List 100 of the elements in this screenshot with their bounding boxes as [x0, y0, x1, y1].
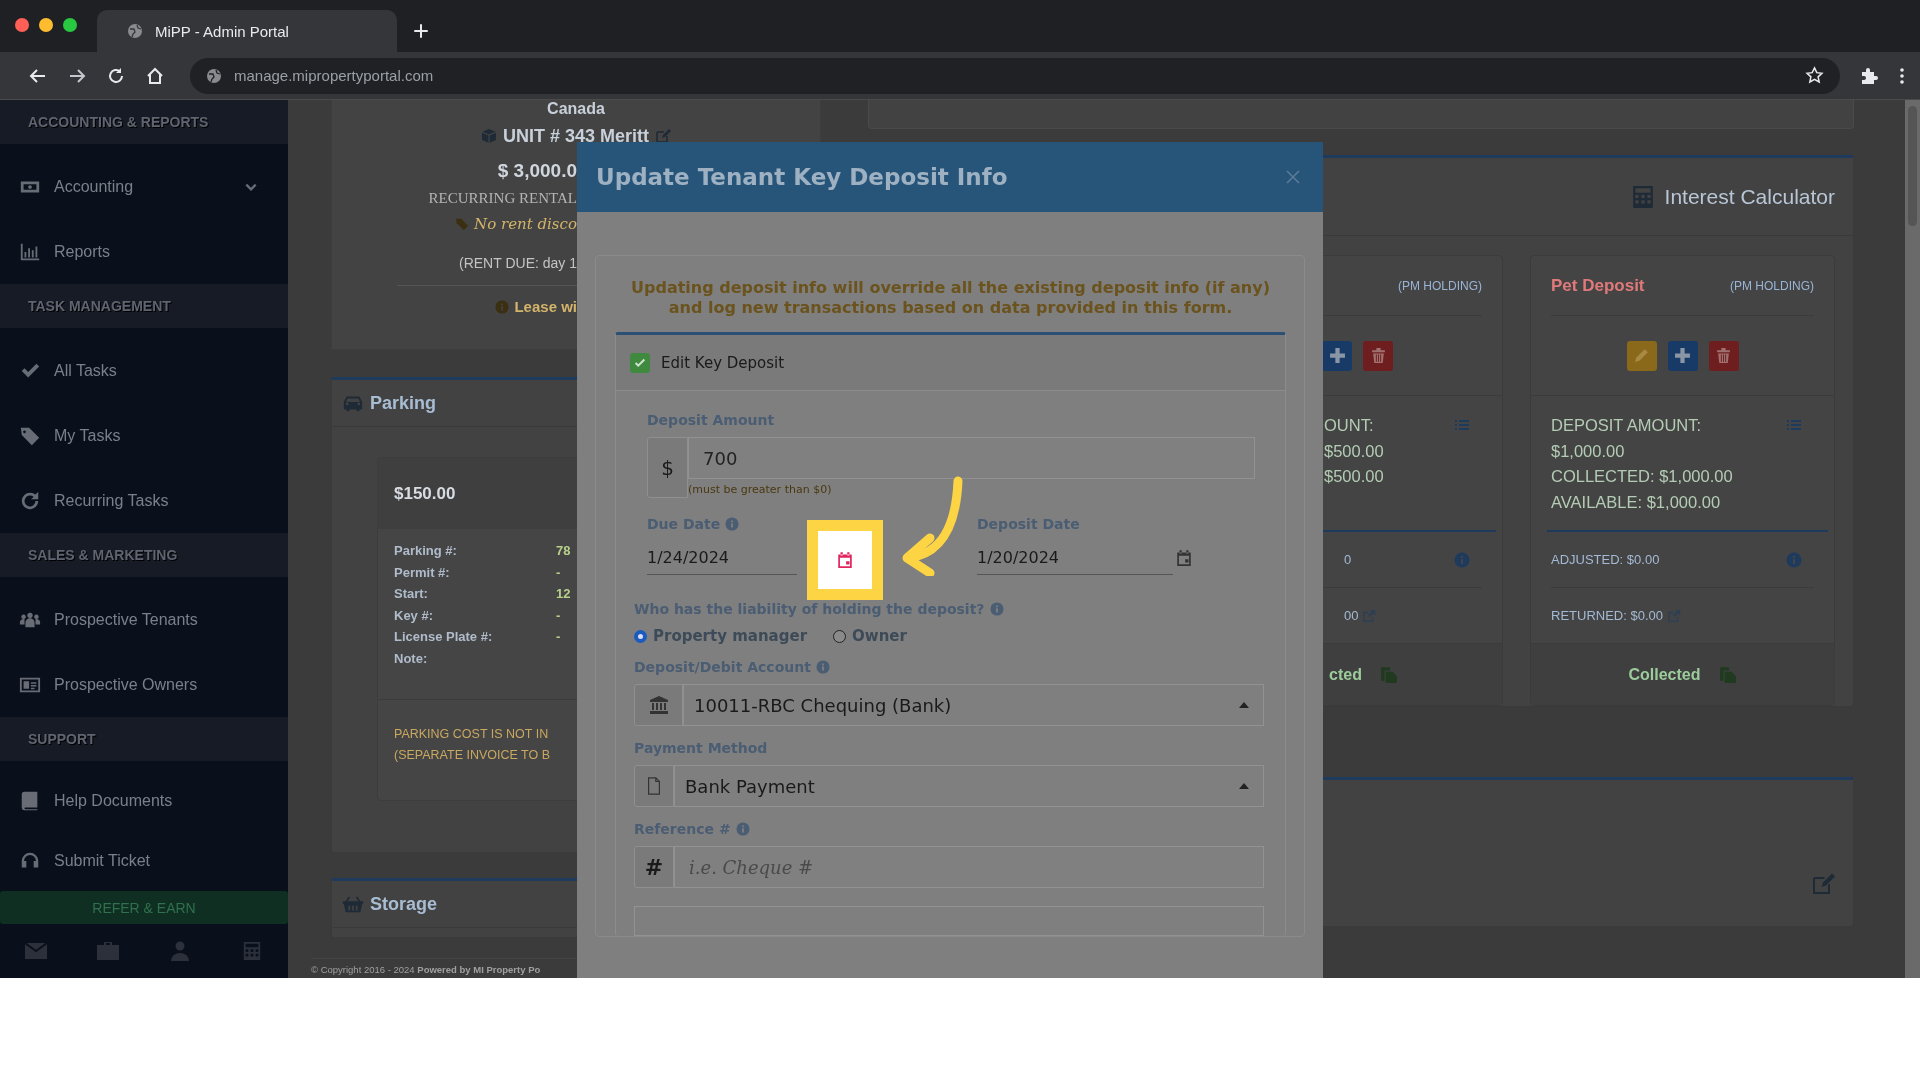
browser-tab[interactable]: MiPP - Admin Portal	[97, 10, 397, 52]
modal-title: Update Tenant Key Deposit Info	[596, 164, 1008, 190]
sidebar-item[interactable]: Reports	[0, 219, 288, 284]
globe-icon	[127, 23, 143, 39]
adjusted-amount: ADJUSTED: $0.00	[1551, 552, 1660, 567]
sidebar-item[interactable]: Prospective Owners	[0, 652, 288, 717]
deposit-amount-line: COLLECTED: $1,000.00	[1551, 466, 1734, 487]
deposit-amount-label: OUNT:	[1324, 415, 1374, 436]
recurring-rental-label: RECURRING RENTAL	[427, 190, 577, 207]
currency-addon: $	[647, 437, 688, 498]
deposit-amount-input[interactable]: 700	[688, 437, 1255, 479]
edit-icon[interactable]	[655, 128, 671, 144]
scrollbar[interactable]	[1905, 100, 1920, 978]
sidebar-item[interactable]: Recurring Tasks	[0, 468, 288, 533]
external-link-icon[interactable]	[1667, 608, 1681, 623]
new-tab-icon[interactable]	[412, 22, 430, 40]
calculator-icon[interactable]	[1630, 184, 1655, 209]
delete-button[interactable]	[1708, 340, 1739, 371]
info-icon[interactable]	[1454, 551, 1470, 568]
plus-icon	[1674, 347, 1691, 364]
puzzle-icon[interactable]	[1859, 65, 1879, 86]
user-icon[interactable]	[168, 941, 192, 961]
parking-field-value: 78	[556, 543, 571, 560]
menu-icon[interactable]	[1898, 65, 1906, 86]
info-icon[interactable]	[1786, 551, 1802, 568]
trash-icon	[1715, 347, 1732, 364]
close-icon[interactable]	[1285, 169, 1301, 185]
deposit-amount-label: DEPOSIT AMOUNT:	[1551, 415, 1702, 436]
minimize-window-button[interactable]	[39, 18, 53, 32]
external-link-icon[interactable]	[1362, 608, 1377, 623]
trash-icon	[1369, 347, 1387, 364]
parking-field-label: Permit #:	[394, 564, 451, 582]
add-button[interactable]	[1667, 340, 1698, 371]
briefcase-icon[interactable]	[96, 941, 120, 961]
edit-button[interactable]	[1626, 340, 1657, 371]
delete-button[interactable]	[1363, 340, 1393, 371]
plus-icon	[1328, 347, 1346, 364]
parking-field-label: Start:	[394, 586, 429, 603]
sidebar-item[interactable]: Prospective Tenants	[0, 587, 288, 652]
panel-title: Storage	[370, 893, 438, 915]
returned-amount: 00	[1344, 608, 1359, 623]
home-icon[interactable]	[145, 65, 165, 86]
refer-and-earn-button[interactable]: REFER & EARN	[0, 891, 288, 924]
parking-field-value: 12	[556, 586, 571, 603]
discount-note: No rent disco	[474, 215, 577, 233]
hash-addon: #	[634, 846, 674, 888]
adjusted-amount: 0	[1344, 552, 1352, 567]
deposit-card-title: Pet Deposit	[1551, 275, 1645, 296]
account-select[interactable]: 10011-RBC Chequing (Bank)	[683, 684, 1264, 726]
deposit-status: Collected	[1628, 665, 1701, 684]
add-button[interactable]	[1322, 340, 1352, 371]
checkbox-label: Edit Key Deposit	[661, 353, 785, 372]
close-window-button[interactable]	[15, 18, 29, 32]
info-icon[interactable]	[735, 822, 750, 836]
sidebar-item[interactable]: My Tasks	[0, 403, 288, 468]
parking-field-label: Key #:	[394, 607, 435, 625]
bookmark-star-icon[interactable]	[1805, 66, 1824, 85]
copy-icon[interactable]	[1379, 665, 1398, 684]
calendar-icon[interactable]	[1175, 548, 1193, 567]
holding-label: (PM HOLDING)	[1398, 278, 1482, 293]
payment-method-select[interactable]: Bank Payment	[674, 765, 1264, 807]
unit-location: Canada	[546, 100, 606, 118]
maximize-window-button[interactable]	[63, 18, 77, 32]
sidebar-item[interactable]: Help Documents	[0, 771, 288, 831]
deposit-amount-line: $1,000.00	[1551, 440, 1626, 462]
deposit-status: cted	[1329, 665, 1362, 684]
deposit-amount-line: AVAILABLE: $1,000.00	[1551, 491, 1722, 513]
info-icon[interactable]	[815, 660, 830, 674]
copy-icon[interactable]	[1718, 665, 1737, 684]
parking-field-label: Parking #:	[394, 543, 458, 560]
info-icon	[495, 299, 510, 314]
sidebar-item[interactable]: Accounting	[0, 154, 288, 219]
parking-cost-note: PARKING COST IS NOT IN	[394, 726, 549, 743]
sidebar-item[interactable]: All Tasks	[0, 338, 288, 403]
parking-field-value: -	[556, 564, 561, 582]
due-date-input[interactable]: 1/24/2024	[647, 540, 797, 575]
sidebar-item[interactable]: Submit Ticket	[0, 831, 288, 891]
lease-note: Lease wi	[514, 298, 577, 315]
bank-icon	[647, 695, 670, 715]
parking-field-value: -	[556, 607, 561, 625]
tab-title: MiPP - Admin Portal	[155, 22, 289, 40]
deposit-date-input[interactable]: 1/20/2024	[977, 540, 1173, 575]
mail-icon[interactable]	[24, 941, 48, 961]
cube-icon	[480, 128, 497, 144]
sidebar-section-header: TASK MANAGEMENT	[0, 284, 288, 328]
unit-title: UNIT # 343 Meritt	[502, 126, 649, 146]
returned-amount: RETURNED: $0.00	[1551, 608, 1663, 623]
sidebar-section-header: SUPPORT	[0, 717, 288, 761]
interest-calculator-title[interactable]: Interest Calculator	[1664, 184, 1835, 209]
edit-checkbox[interactable]	[630, 352, 650, 373]
sidebar-section-header: SALES & MARKETING	[0, 533, 288, 577]
holding-label: (PM HOLDING)	[1730, 278, 1814, 293]
deposit-amount-line: $500.00	[1324, 466, 1385, 487]
info-icon[interactable]	[989, 602, 1004, 616]
caret-up-icon	[1239, 783, 1249, 789]
calendar-icon[interactable]	[836, 550, 854, 570]
edit-icon[interactable]	[1811, 872, 1835, 896]
pencil-icon	[1633, 347, 1650, 364]
info-icon[interactable]	[725, 517, 740, 531]
address-bar[interactable]: manage.mipropertyportal.com	[190, 57, 1840, 94]
